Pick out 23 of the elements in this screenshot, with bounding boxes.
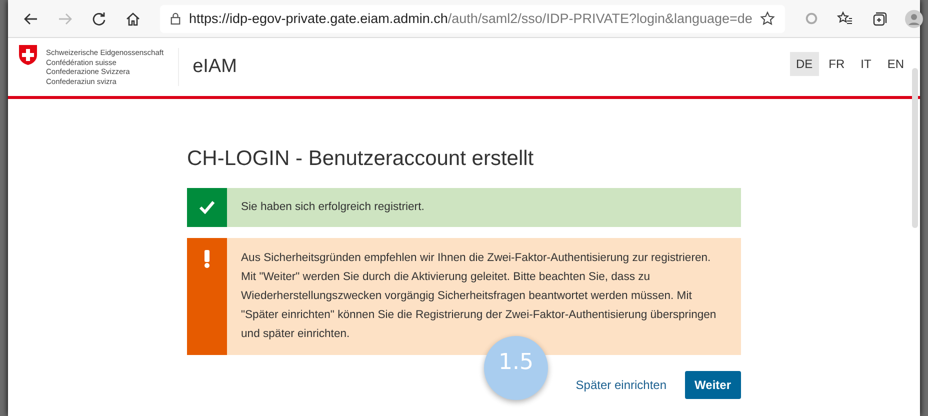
collections-icon[interactable]	[871, 10, 888, 26]
url-text: https://idp-egov-private.gate.eiam.admin.ch/auth/saml2/sso/IDP-PRIVATE?login&language=de	[189, 11, 752, 26]
profile-avatar-icon[interactable]	[905, 10, 924, 28]
swiss-cross-logo-icon	[18, 44, 38, 66]
reload-icon[interactable]	[91, 10, 107, 26]
address-bar[interactable]: https://idp-egov-private.gate.eiam.admin.ch/auth/saml2/sso/IDP-PRIVATE?login&language=de	[160, 4, 786, 32]
step-number-badge: 1.5	[484, 336, 548, 400]
back-icon[interactable]	[23, 10, 39, 26]
exclamation-icon	[204, 250, 210, 268]
message-text: Sie haben sich erfolgreich registriert.	[240, 200, 426, 215]
page-title: CH-LOGIN - Benutzeraccount erstellt	[187, 147, 535, 171]
star-icon[interactable]	[760, 11, 776, 26]
language-link[interactable]: IT	[854, 52, 878, 76]
checkmark-icon	[199, 200, 215, 214]
language-link[interactable]: DE	[790, 52, 819, 76]
next-button[interactable]: Weiter	[684, 371, 741, 399]
language-link[interactable]: EN	[881, 52, 910, 76]
language-link[interactable]: FR	[822, 52, 851, 76]
lock-icon	[170, 12, 181, 25]
home-icon[interactable]	[125, 10, 141, 26]
setup-later-link[interactable]: Später einrichten	[576, 378, 667, 392]
favorites-icon[interactable]	[837, 10, 854, 26]
app-name: eIAM	[192, 56, 237, 78]
